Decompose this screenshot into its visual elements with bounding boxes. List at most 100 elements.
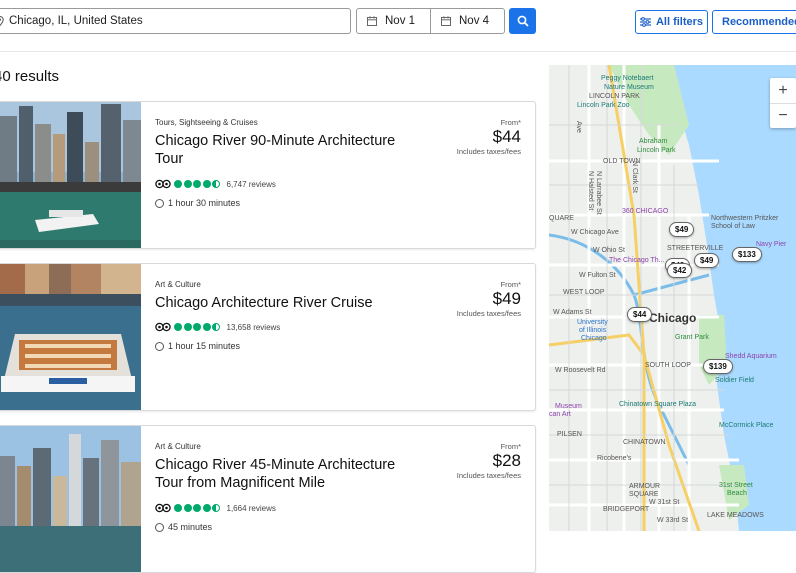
- rating-bubble-full: [193, 323, 201, 331]
- card-rating: 6,747 reviews: [155, 179, 276, 189]
- map-label-lake-meadows: LAKE MEADOWS: [707, 512, 764, 519]
- clock-icon: [155, 198, 164, 208]
- map-label-w-chicago-ave: W Chicago Ave: [571, 229, 619, 236]
- map-label-chicago-uic: Chicago: [581, 335, 607, 342]
- all-filters-button[interactable]: All filters: [635, 10, 708, 34]
- tripadvisor-owl-icon: [155, 179, 171, 189]
- map-price-pin[interactable]: $44: [627, 307, 653, 322]
- results-map[interactable]: Peggy Notebaert Nature Museum LINCOLN PA…: [549, 65, 796, 531]
- duration-text: 1 hour 30 minutes: [168, 198, 241, 208]
- tripadvisor-owl-icon: [155, 503, 171, 513]
- map-label-chicago-city: Chicago: [649, 311, 697, 325]
- tour-photo: [0, 426, 141, 572]
- map-label-chinatown: CHINATOWN: [623, 439, 666, 446]
- map-canvas: [549, 65, 796, 531]
- map-label-of-illinois: of Illinois: [579, 327, 607, 334]
- map-label-w-ohio: W Ohio St: [593, 247, 625, 254]
- map-price-pin[interactable]: $133: [732, 247, 762, 262]
- search-button[interactable]: [509, 8, 536, 34]
- taxes-label: Includes taxes/fees: [456, 471, 521, 480]
- location-pin-icon: [0, 16, 4, 26]
- card-category: Art & Culture: [155, 442, 201, 451]
- price-value: $28: [492, 451, 521, 470]
- map-label-pilsen: PILSEN: [557, 431, 582, 438]
- map-label-streeterville: STREETERVILLE: [667, 245, 724, 252]
- start-date-field[interactable]: Nov 1: [356, 8, 431, 34]
- calendar-icon: [441, 16, 451, 26]
- card-title[interactable]: Chicago River 90-Minute Architecture Tou…: [155, 132, 425, 168]
- map-label-31st-street: 31st Street: [719, 482, 753, 489]
- card-category: Tours, Sightseeing & Cruises: [155, 118, 258, 127]
- map-label-peggy: Peggy Notebaert: [601, 75, 654, 82]
- tripadvisor-owl-icon: [155, 322, 171, 332]
- from-label: From*: [500, 442, 521, 451]
- map-label-university: University: [577, 319, 608, 326]
- card-rating: 1,664 reviews: [155, 503, 276, 513]
- map-label-abraham: Abraham: [639, 138, 668, 145]
- end-date-field[interactable]: Nov 4: [430, 8, 505, 34]
- map-label-clark-st: N Clark St: [631, 161, 638, 193]
- price-value: $44: [492, 127, 521, 146]
- map-price-pin[interactable]: $139: [703, 359, 733, 374]
- map-label-n-halsted: N Halsted St: [587, 171, 594, 211]
- map-label-south-loop: SOUTH LOOP: [645, 362, 691, 369]
- map-label-w-31st: W 31st St: [649, 499, 680, 506]
- map-label-chinatown-square: Chinatown Square Plaza: [619, 401, 697, 408]
- taxes-label: Includes taxes/fees: [456, 309, 521, 318]
- map-price-pin[interactable]: $49: [669, 222, 695, 237]
- from-label: From*: [500, 280, 521, 289]
- sort-recommended-button[interactable]: Recommended: [712, 10, 796, 34]
- map-price-pin[interactable]: $49: [694, 253, 720, 268]
- top-bar: Chicago, IL, United States Nov 1 Nov 4 A…: [0, 0, 796, 52]
- card-duration: 1 hour 30 minutes: [155, 198, 240, 208]
- map-label-lincoln-park-neighborhood: LINCOLN PARK: [589, 93, 640, 100]
- card-title[interactable]: Chicago Architecture River Cruise: [155, 294, 425, 312]
- map-label-lincoln-park: Lincoln Park: [637, 147, 676, 154]
- clock-icon: [155, 341, 164, 351]
- map-price-pin[interactable]: $42: [667, 263, 693, 278]
- map-label-w-fulton: W Fulton St: [579, 272, 616, 279]
- tour-photo: [0, 102, 141, 248]
- rating-bubble-full: [183, 180, 192, 188]
- result-card[interactable]: Art & Culture Chicago River 45-Minute Ar…: [0, 425, 536, 573]
- card-rating: 13,658 reviews: [155, 322, 280, 332]
- rating-bubble-half: [212, 180, 220, 188]
- clock-icon: [155, 522, 164, 532]
- location-search-value: Chicago, IL, United States: [9, 15, 143, 27]
- result-card[interactable]: Tours, Sightseeing & Cruises Chicago Riv…: [0, 101, 536, 249]
- review-count: 1,664 reviews: [226, 503, 276, 513]
- map-label-northwestern: Northwestern Pritzker: [711, 215, 779, 222]
- card-category: Art & Culture: [155, 280, 201, 289]
- map-label-w-33rd: W 33rd St: [657, 517, 689, 524]
- map-label-navy-pier: Navy Pier: [756, 241, 787, 248]
- price-block: From* $44 Includes taxes/fees: [457, 118, 521, 156]
- map-label-w-adams: W Adams St: [553, 309, 592, 316]
- price-value: $49: [492, 289, 521, 308]
- rating-bubble-full: [193, 504, 201, 512]
- map-label-can-art: can Art: [549, 411, 571, 418]
- map-label-mccormick-place: McCormick Place: [719, 422, 774, 429]
- map-zoom-control: + −: [770, 78, 796, 128]
- rating-bubble-full: [202, 504, 211, 512]
- result-card[interactable]: Art & Culture Chicago Architecture River…: [0, 263, 536, 411]
- location-search-input[interactable]: Chicago, IL, United States: [0, 8, 351, 34]
- zoom-out-button[interactable]: −: [770, 103, 796, 128]
- zoom-in-button[interactable]: +: [770, 78, 796, 103]
- rating-bubble-full: [202, 180, 211, 188]
- map-label-ave: Ave: [575, 121, 582, 133]
- rating-bubble-full: [174, 323, 182, 331]
- map-label-360-chicago: 360 CHICAGO: [622, 208, 669, 215]
- map-label-soldier-field: Soldier Field: [715, 377, 754, 384]
- filter-sliders-icon: [639, 17, 651, 27]
- map-label-lincoln-park-zoo: Lincoln Park Zoo: [577, 102, 630, 109]
- review-count: 6,747 reviews: [226, 179, 276, 189]
- taxes-label: Includes taxes/fees: [456, 147, 521, 156]
- map-label-nature-museum: Nature Museum: [604, 84, 654, 91]
- card-title[interactable]: Chicago River 45-Minute Architecture Tou…: [155, 456, 425, 492]
- rating-bubble-full: [174, 504, 182, 512]
- rating-bubble-full: [183, 504, 192, 512]
- map-label-bridgeport: BRIDGEPORT: [603, 506, 650, 513]
- price-block: From* $49 Includes taxes/fees: [457, 280, 521, 318]
- rating-bubble-full: [202, 323, 211, 331]
- rating-bubble-full: [193, 180, 201, 188]
